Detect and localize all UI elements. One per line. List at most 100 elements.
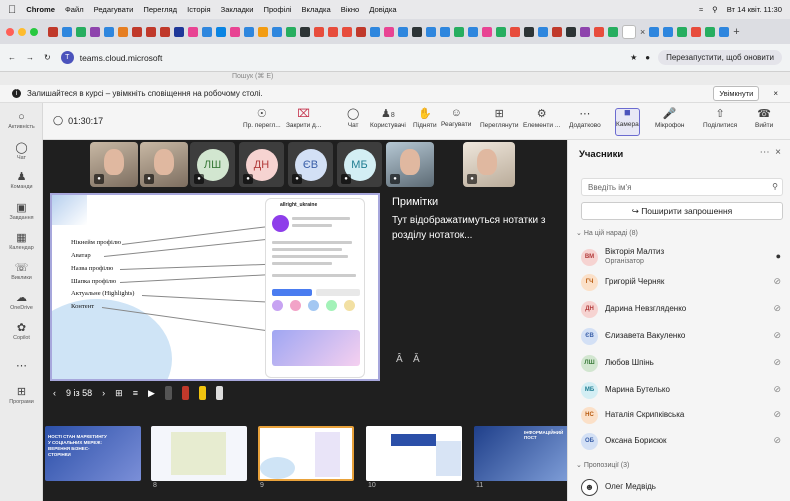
forward-icon[interactable]: → xyxy=(26,53,34,62)
tab-favicon[interactable] xyxy=(594,26,604,37)
tab-favicon[interactable] xyxy=(244,26,254,37)
tools-button[interactable]: ⚙ Елементи ... xyxy=(523,107,560,129)
video-tile[interactable]: ● xyxy=(90,142,138,187)
decrease-font-button[interactable]: Ǎ xyxy=(413,354,420,365)
tab-favicon[interactable] xyxy=(454,26,464,37)
menu-bookmarks[interactable]: Закладки xyxy=(221,5,254,14)
tab-favicon[interactable] xyxy=(300,26,310,37)
url-field[interactable]: T teams.cloud.microsoft xyxy=(60,51,162,64)
tab-favicon[interactable] xyxy=(398,26,408,37)
tab-favicon[interactable] xyxy=(230,26,240,37)
minimize-window-button[interactable] xyxy=(18,27,26,36)
tab-favicon[interactable] xyxy=(496,26,506,37)
tab-favicon[interactable] xyxy=(663,26,674,37)
tab-favicon[interactable] xyxy=(328,26,338,37)
grid-view-icon[interactable]: ⊞ xyxy=(115,388,123,399)
tab-favicon[interactable] xyxy=(384,26,394,37)
microphone-button[interactable]: 🎤 Мікрофон xyxy=(655,107,685,129)
reload-icon[interactable]: ↻ xyxy=(44,53,51,62)
tab-favicon[interactable] xyxy=(258,26,268,37)
menu-view[interactable]: Перегляд xyxy=(143,5,177,14)
tab-favicon[interactable] xyxy=(314,26,324,37)
rail-teams[interactable]: ♟ Команди xyxy=(0,170,43,190)
tab-favicon[interactable] xyxy=(608,26,618,37)
apple-icon[interactable]:  xyxy=(8,4,16,16)
tab-favicon[interactable] xyxy=(48,26,58,37)
tab-favicon[interactable] xyxy=(468,26,478,37)
tab-favicon[interactable] xyxy=(118,26,128,37)
participant-row[interactable]: ДН Дарина Невзгляденко ⊘ xyxy=(579,298,784,321)
close-window-button[interactable] xyxy=(6,27,14,36)
tab-favicon[interactable] xyxy=(188,26,198,37)
tab-favicon[interactable] xyxy=(691,26,702,37)
tab-favicon[interactable] xyxy=(286,26,296,37)
tab-favicon[interactable] xyxy=(719,26,730,37)
tab-favicon[interactable] xyxy=(524,26,534,37)
tab-favicon[interactable] xyxy=(412,26,422,37)
stop-sharing-button[interactable]: ⌧ Закрити д... xyxy=(286,107,321,129)
next-slide-icon[interactable]: › xyxy=(102,388,105,398)
close-banner-icon[interactable]: × xyxy=(773,89,778,98)
slide-thumbnail[interactable] xyxy=(366,426,462,481)
participant-search-input[interactable]: Введіть ім'я xyxy=(581,178,783,196)
tab-favicon[interactable] xyxy=(342,26,352,37)
zoom-window-button[interactable] xyxy=(30,27,38,36)
mic-off-icon[interactable]: ⊘ xyxy=(773,435,781,446)
tab-favicon[interactable] xyxy=(370,26,380,37)
tab-favicon[interactable] xyxy=(482,26,492,37)
share-button[interactable]: ⇧ Поділитися xyxy=(703,107,737,129)
raise-hand-button[interactable]: ✋ Підняти xyxy=(413,107,437,129)
section-suggested[interactable]: ⌄ Пропозиції (3) xyxy=(576,461,629,469)
tab-favicon[interactable] xyxy=(272,26,282,37)
suggested-row[interactable]: ☻ Олег Медвідь xyxy=(579,476,784,499)
tab-favicon[interactable] xyxy=(160,26,170,37)
menu-tab[interactable]: Вкладка xyxy=(301,5,330,14)
slide-thumbnail[interactable]: ІНФОРМАЦІЙНИЙ ПОСТ xyxy=(474,426,570,481)
wifi-icon[interactable]: ≈ xyxy=(699,5,703,14)
slide-thumbnail[interactable]: НОСТІ СТАН МАРКЕТИНГУ У СОЦІАЛЬНИХ МЕРЕЖ… xyxy=(45,426,141,481)
presenter-view-button[interactable]: ☉ Пр. перегл... xyxy=(243,107,281,129)
mic-off-icon[interactable]: ⊘ xyxy=(773,303,781,314)
chat-button[interactable]: ◯ Чат xyxy=(347,107,359,129)
tab-favicon[interactable] xyxy=(510,26,520,37)
bookmark-star-icon[interactable]: ★ xyxy=(630,53,637,62)
app-menu-chrome[interactable]: Chrome xyxy=(26,5,55,14)
video-tile-initials[interactable]: ЄВ ● xyxy=(288,142,333,187)
participant-row[interactable]: НС Наталія Скрипківська ⊘ xyxy=(579,404,784,427)
eraser-icon[interactable] xyxy=(215,386,223,400)
camera-button[interactable]: ■ Камера xyxy=(616,107,639,128)
rail-tasks[interactable]: ▣ Завдання xyxy=(0,201,43,221)
mic-off-icon[interactable]: ⊘ xyxy=(773,276,781,287)
settings-icon[interactable]: ≡ xyxy=(133,388,138,398)
pointer-icon[interactable]: ▶ xyxy=(148,388,155,399)
menu-edit[interactable]: Редагувати xyxy=(94,5,134,14)
close-icon[interactable]: × xyxy=(775,147,781,158)
menu-window[interactable]: Вікно xyxy=(341,5,360,14)
participant-row[interactable]: ГЧ Григорій Черняк ⊘ xyxy=(579,271,784,294)
rail-activity[interactable]: ○ Активність xyxy=(0,111,43,130)
rail-chat[interactable]: ◯ Чат xyxy=(0,141,43,161)
mic-off-icon[interactable]: ⊘ xyxy=(773,409,781,420)
slide-thumbnail-current[interactable] xyxy=(258,426,354,481)
tab-favicon[interactable] xyxy=(566,26,576,37)
mic-off-icon[interactable]: ⊘ xyxy=(773,357,781,368)
menu-help[interactable]: Довідка xyxy=(369,5,396,14)
pen-icon[interactable] xyxy=(164,386,172,400)
highlighter-icon[interactable] xyxy=(198,386,206,400)
react-button[interactable]: ☺ Реагувати xyxy=(441,107,471,128)
mic-off-icon[interactable]: ⊘ xyxy=(773,330,781,341)
mic-on-icon[interactable]: ● xyxy=(776,251,781,261)
close-tab-icon[interactable]: × xyxy=(640,27,645,37)
tab-favicon[interactable] xyxy=(426,26,436,37)
view-button[interactable]: ⊞ Переглянути xyxy=(480,107,519,129)
tab-favicon[interactable] xyxy=(649,26,660,37)
tab-favicon[interactable] xyxy=(174,26,184,37)
shared-slide[interactable]: Нікнейм профілю Аватар Назва профілю Шап… xyxy=(50,193,380,381)
enable-notifications-button[interactable]: Увімкнути xyxy=(713,86,760,101)
tab-favicon[interactable] xyxy=(580,26,590,37)
video-tile-initials[interactable]: ДН ● xyxy=(239,142,284,187)
tab-favicon[interactable] xyxy=(677,26,688,37)
teams-search[interactable]: Пошук (⌘ E) xyxy=(232,72,273,80)
tab-favicon[interactable] xyxy=(132,26,142,37)
video-tile-initials[interactable]: ЛШ ● xyxy=(190,142,235,187)
